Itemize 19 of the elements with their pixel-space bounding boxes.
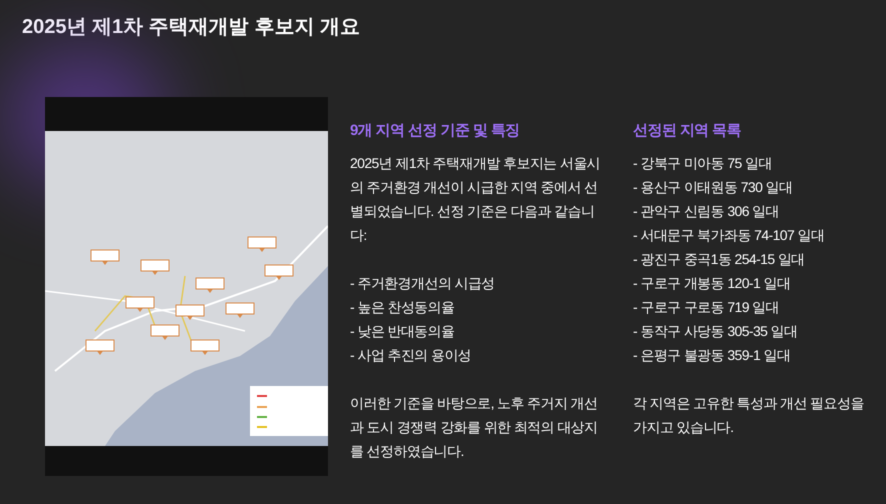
area-item: - 구로구 개봉동 120-1 일대 [633,274,792,293]
page-title: 2025년 제1차 주택재개발 후보지 개요 [22,15,360,40]
area-item: - 은평구 불광동 359-1 일대 [633,346,792,365]
criteria-heading: 9개 지역 선정 기준 및 특징 [350,121,521,141]
area-item: - 서대문구 북가좌동 74-107 일대 [633,226,826,245]
criteria-item: - 낮은 반대동의율 [350,322,456,341]
areas-conclusion: 각 지역은 고유한 특성과 개선 필요성을 가지고 있습니다. [633,394,865,437]
area-item: - 동작구 사당동 305-35 일대 [633,322,798,341]
area-item: - 관악구 신림동 306 일대 [633,202,780,221]
area-item: - 강북구 미아동 75 일대 [633,154,773,173]
areas-heading: 선정된 지역 목록 [633,121,742,141]
criteria-item: - 사업 추진의 용이성 [350,346,472,365]
criteria-conclusion: 이러한 기준을 바탕으로, 노후 주거지 개선과 도시 경쟁력 강화를 위한 최적의 대상지를 선정하였습니다. [350,394,599,461]
area-item: - 광진구 중곡1동 254-15 일대 [633,250,806,269]
criteria-intro: 2025년 제1차 주택재개발 후보지는 서울시의 주거환경 개선이 시급한 지역 중에서 선별되었습니다. 선정 기준은 다음과 같습니다: [350,154,602,245]
criteria-item: - 높은 찬성동의율 [350,298,456,317]
area-item: - 용산구 이태원동 730 일대 [633,178,794,197]
criteria-item: - 주거환경개선의 시급성 [350,274,496,293]
area-item: - 구로구 구로동 719 일대 [633,298,780,317]
